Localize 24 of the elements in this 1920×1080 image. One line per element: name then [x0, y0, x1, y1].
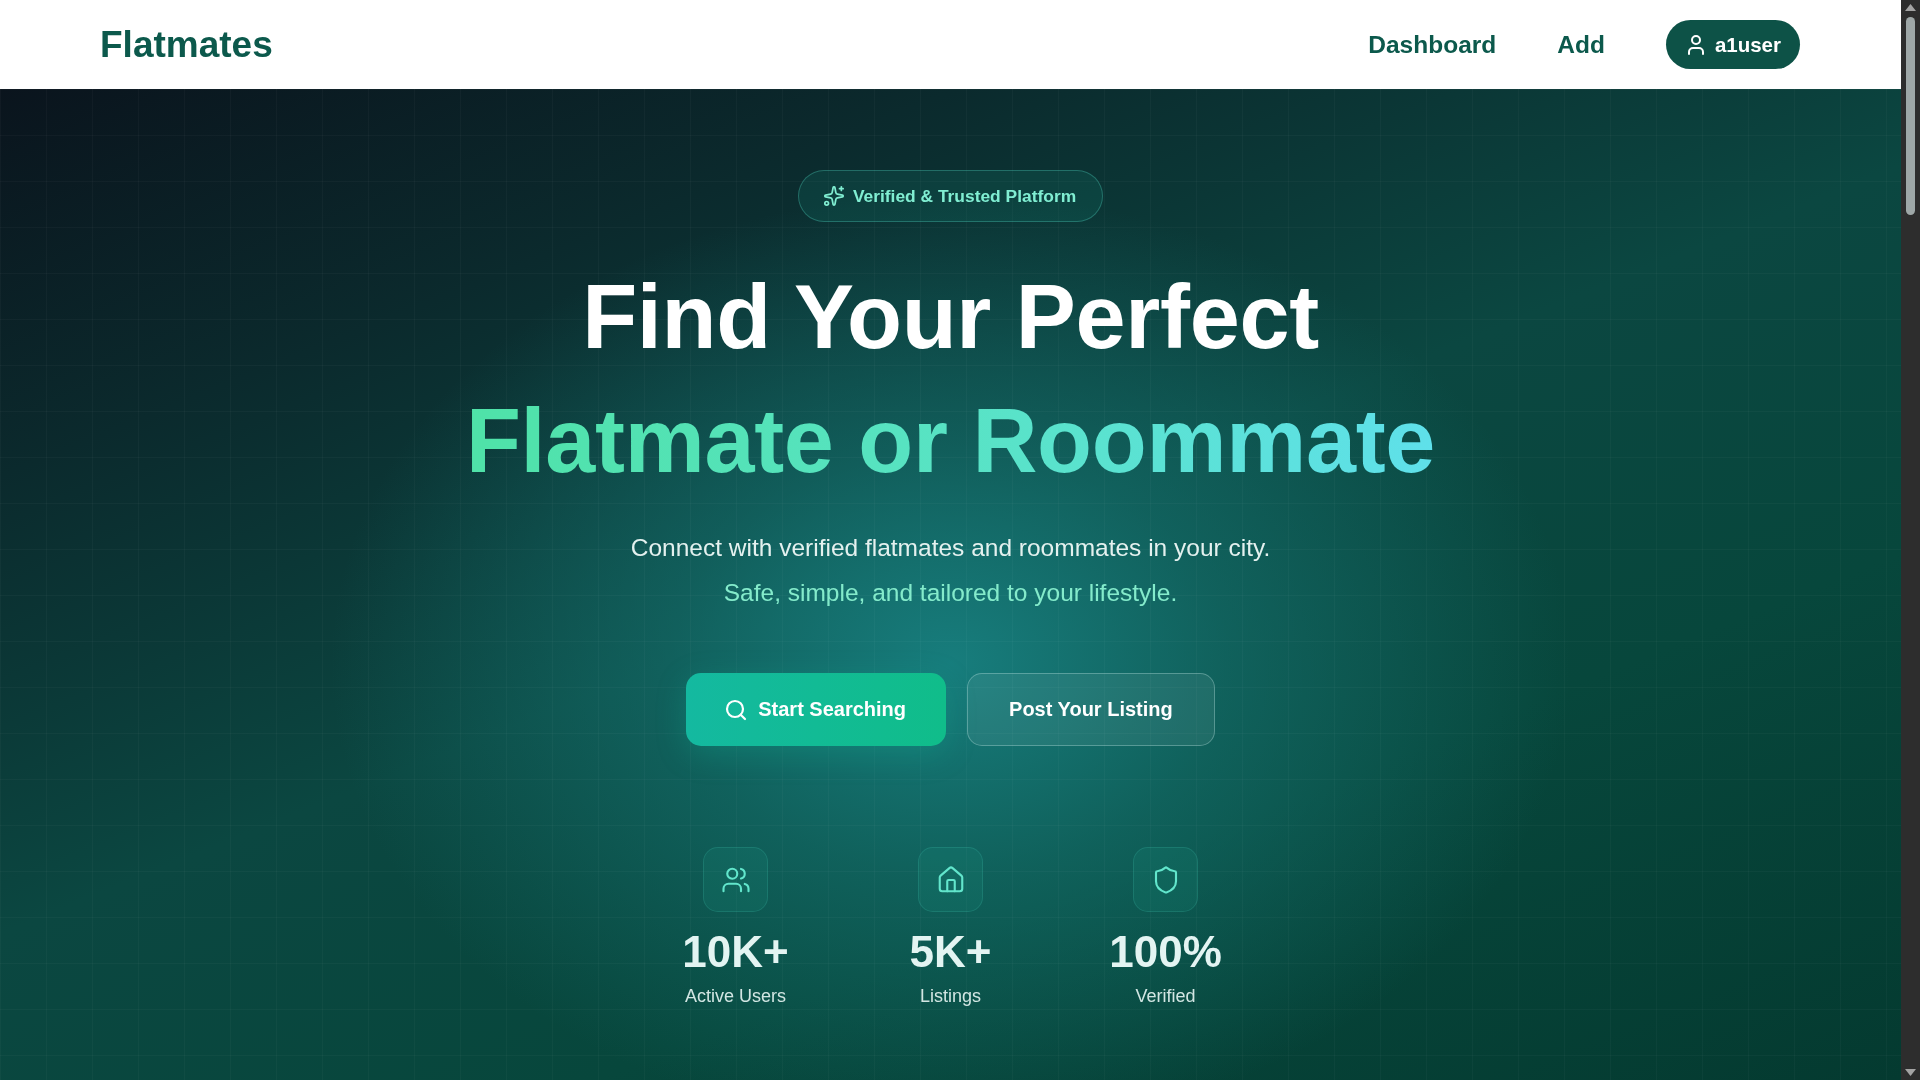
stat-label: Verified [1135, 985, 1196, 1008]
hero-subtitle: Connect with verified flatmates and roommates in your city. [630, 533, 1271, 563]
nav-link[interactable]: Dashboard [1368, 30, 1497, 59]
hero-title: Find Your Perfect [582, 266, 1319, 369]
stat-value: 100% [1109, 926, 1222, 978]
stat-value: 5K+ [909, 926, 992, 978]
scrollbar-thumb[interactable] [1906, 17, 1915, 215]
house-icon [918, 847, 983, 912]
user-button[interactable]: a1user [1665, 20, 1800, 69]
hero-tagline: Safe, simple, and tailored to your lifestyle. [723, 578, 1178, 608]
shield-icon [1133, 847, 1198, 912]
badge-text: Verified & Trusted Platform [852, 185, 1077, 207]
search-icon [724, 697, 749, 722]
scroll-down-icon[interactable] [1905, 1069, 1916, 1076]
sparkle-icon [822, 185, 845, 207]
post-listing-button[interactable]: Post Your Listing [967, 673, 1215, 746]
nav-link[interactable]: Add [1557, 30, 1605, 59]
stat-value: 10K+ [682, 926, 789, 978]
stat-label: Active Users [685, 985, 786, 1008]
scrollbar[interactable] [1901, 0, 1920, 1080]
scroll-up-icon[interactable] [1905, 4, 1916, 11]
logo[interactable]: Flatmates [100, 23, 273, 66]
stat-label: Listings [920, 985, 981, 1008]
people-icon [703, 847, 768, 912]
